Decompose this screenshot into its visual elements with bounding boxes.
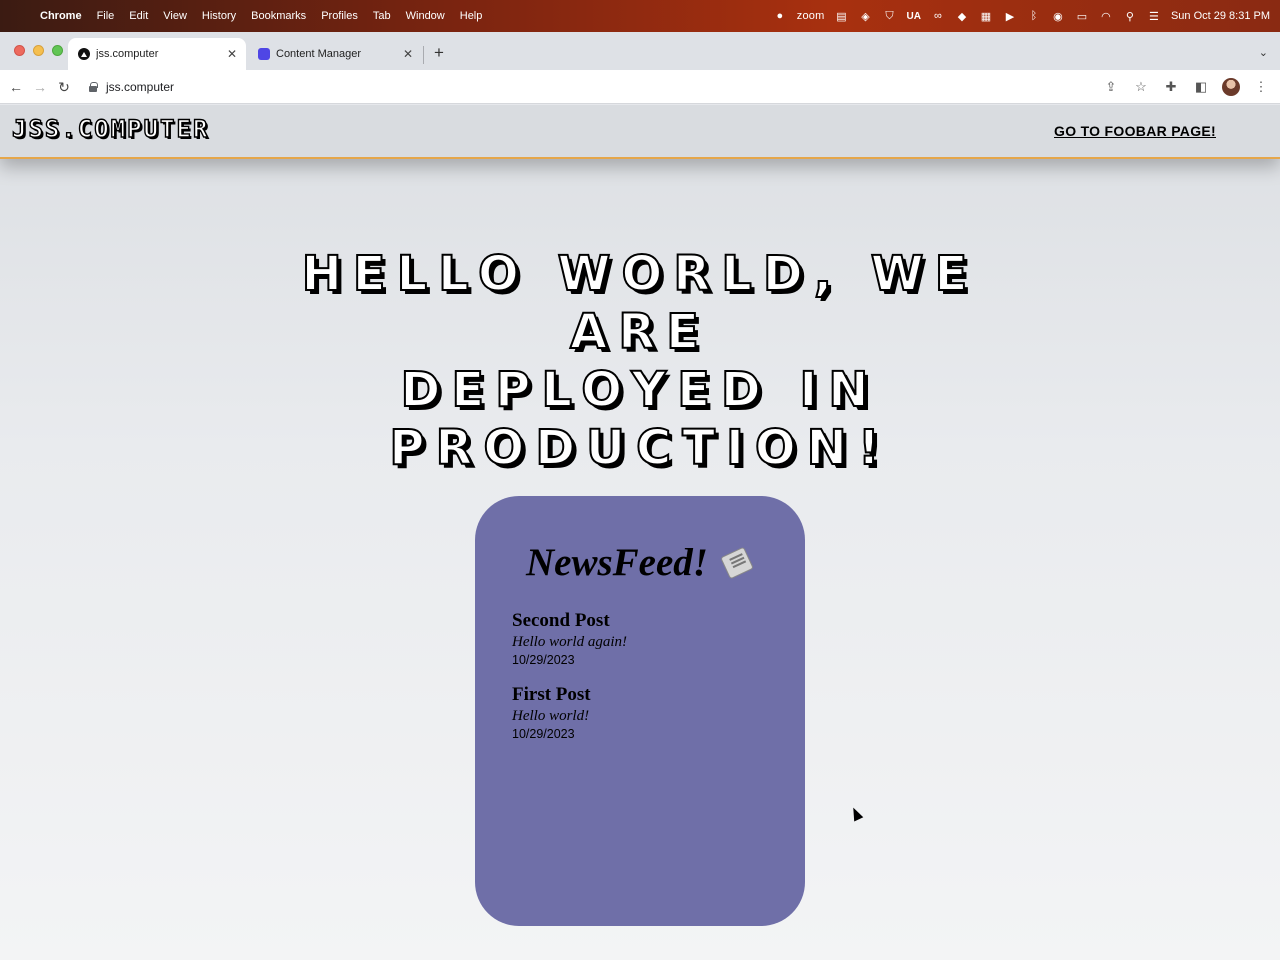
menu-file[interactable]: File <box>97 10 115 22</box>
toolbar-actions: ⇪ ☆ ✚ ◧ ⋮ <box>1102 78 1270 96</box>
control-center-icon[interactable]: ☰ <box>1147 9 1161 23</box>
lock-icon[interactable] <box>88 82 98 92</box>
hero-line-3: PRODUCTION! <box>388 419 891 477</box>
share-icon[interactable]: ⇪ <box>1102 78 1120 96</box>
window-zoom-button[interactable] <box>52 45 63 56</box>
menu-help[interactable]: Help <box>460 10 483 22</box>
tab-close-icon[interactable]: ✕ <box>224 47 240 61</box>
post-title: Second Post <box>512 610 610 631</box>
browser-toolbar: ← → ↻ jss.computer ⇪ ☆ ✚ ◧ ⋮ <box>0 70 1280 104</box>
window-controls <box>14 45 63 56</box>
forward-button[interactable]: → <box>31 78 49 96</box>
foobar-page-link[interactable]: GO TO FOOBAR PAGE! <box>1054 123 1216 139</box>
window-minimize-button[interactable] <box>33 45 44 56</box>
newsfeed-title-text: NewsFeed! <box>526 541 708 584</box>
side-panel-icon[interactable]: ◧ <box>1192 78 1210 96</box>
reload-button[interactable]: ↻ <box>55 78 73 96</box>
site-brand-logo[interactable]: JSS.COMPUTER <box>11 114 209 143</box>
site-favicon-icon <box>78 48 90 60</box>
more-menu-icon[interactable]: ⋮ <box>1252 78 1270 96</box>
tab-title: Content Manager <box>276 48 361 60</box>
newsfeed-title: NewsFeed! <box>475 540 805 585</box>
menubar-clock[interactable]: Sun Oct 29 8:31 PM <box>1171 10 1270 22</box>
page-viewport: JSS.COMPUTER GO TO FOOBAR PAGE! HELLO WO… <box>0 105 1280 960</box>
shield-icon[interactable]: ⛉ <box>882 9 896 23</box>
post-title: First Post <box>512 684 591 705</box>
zoom-status[interactable]: zoom <box>797 10 825 22</box>
browser-tab-strip: jss.computer ✕ Content Manager ✕ + ⌄ <box>0 32 1280 70</box>
network-diamond-icon[interactable]: ◈ <box>858 9 872 23</box>
tab-jss-computer[interactable]: jss.computer ✕ <box>68 38 246 70</box>
tab-content-manager[interactable]: Content Manager ✕ <box>248 38 422 70</box>
bookmark-star-icon[interactable]: ☆ <box>1132 78 1150 96</box>
ua-status[interactable]: UA <box>906 11 920 22</box>
list-item: First Post Hello world! 10/29/2023 <box>512 684 772 742</box>
stack-icon[interactable]: ▦ <box>979 9 993 23</box>
url-text[interactable]: jss.computer <box>106 80 174 94</box>
back-button[interactable]: ← <box>7 78 25 96</box>
tab-close-icon[interactable]: ✕ <box>400 47 416 61</box>
menubar-status-area: ● zoom ▤ ◈ ⛉ UA ∞ ◆ ▦ ▶ ᛒ ◉ ▭ ◠ ⚲ ☰ Sun … <box>773 0 1270 32</box>
extensions-puzzle-icon[interactable]: ✚ <box>1162 78 1180 96</box>
hero-line-2: DEPLOYED IN <box>400 361 880 419</box>
list-item: Second Post Hello world again! 10/29/202… <box>512 610 772 668</box>
macos-menu-bar: Chrome File Edit View History Bookmarks … <box>0 0 1280 32</box>
profile-avatar[interactable] <box>1222 78 1240 96</box>
search-icon[interactable]: ⚲ <box>1123 9 1137 23</box>
bluetooth-icon[interactable]: ᛒ <box>1027 9 1041 23</box>
site-header: JSS.COMPUTER GO TO FOOBAR PAGE! <box>0 105 1280 159</box>
menu-edit[interactable]: Edit <box>129 10 148 22</box>
wifi-icon[interactable]: ◠ <box>1099 9 1113 23</box>
new-tab-button[interactable]: + <box>430 44 448 62</box>
post-body: Hello world! <box>512 708 590 724</box>
hero-line-1: HELLO WORLD, WE ARE <box>301 245 979 361</box>
address-bar[interactable]: jss.computer <box>80 74 1180 100</box>
content-manager-favicon-icon <box>258 48 270 60</box>
hero-heading: HELLO WORLD, WE ARE DEPLOYED IN PRODUCTI… <box>240 245 1040 477</box>
menu-bookmarks[interactable]: Bookmarks <box>251 10 306 22</box>
glasses-icon[interactable]: ∞ <box>931 9 945 23</box>
tab-divider <box>423 46 424 64</box>
post-list: Second Post Hello world again! 10/29/202… <box>512 610 772 758</box>
play-icon[interactable]: ▶ <box>1003 9 1017 23</box>
user-circle-icon[interactable]: ◉ <box>1051 9 1065 23</box>
menu-app-name[interactable]: Chrome <box>40 10 82 22</box>
clipboard-icon[interactable]: ▤ <box>834 9 848 23</box>
window-close-button[interactable] <box>14 45 25 56</box>
newsfeed-card: NewsFeed! Second Post Hello world again!… <box>475 496 805 926</box>
menu-history[interactable]: History <box>202 10 236 22</box>
menu-view[interactable]: View <box>163 10 187 22</box>
post-date: 10/29/2023 <box>512 727 575 741</box>
menu-window[interactable]: Window <box>406 10 445 22</box>
menu-profiles[interactable]: Profiles <box>321 10 358 22</box>
post-date: 10/29/2023 <box>512 653 575 667</box>
record-icon[interactable]: ● <box>773 9 787 23</box>
post-body: Hello world again! <box>512 634 627 650</box>
tab-title: jss.computer <box>96 48 159 60</box>
menu-tab[interactable]: Tab <box>373 10 391 22</box>
elephant-icon[interactable]: ◆ <box>955 9 969 23</box>
newspaper-icon <box>720 545 754 579</box>
battery-icon[interactable]: ▭ <box>1075 9 1089 23</box>
tab-search-chevron-icon[interactable]: ⌄ <box>1259 46 1268 59</box>
